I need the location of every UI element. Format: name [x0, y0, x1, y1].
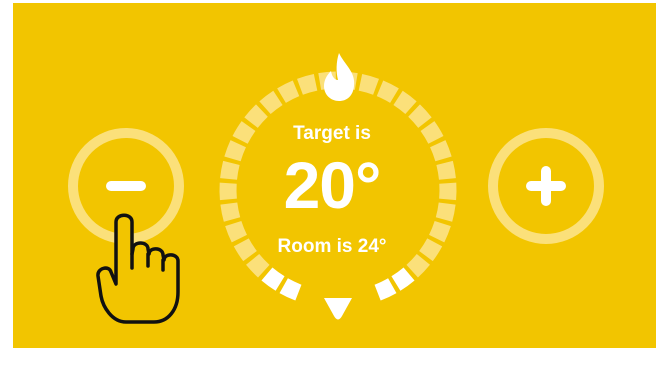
dial-segment	[436, 160, 456, 180]
dial-segment	[408, 104, 432, 128]
dial-segment	[220, 160, 240, 180]
target-label: Target is	[293, 123, 371, 144]
target-marker	[324, 298, 352, 320]
dial-segment	[393, 90, 417, 115]
dial-segment-active	[391, 267, 415, 291]
increase-button[interactable]	[488, 128, 604, 244]
dial-segment-active	[261, 267, 285, 291]
minus-icon	[106, 181, 146, 191]
room-temperature-label: Room is 24°	[277, 236, 387, 257]
flame-icon	[324, 53, 355, 101]
dial-segment	[435, 202, 456, 222]
dial-segment	[259, 90, 283, 115]
dial-segment-active	[279, 278, 302, 301]
target-temperature: 20°	[283, 148, 382, 222]
dial-segment	[430, 140, 452, 162]
dial-segment	[358, 73, 379, 95]
dial-segment	[277, 80, 300, 103]
dial-segment	[244, 104, 268, 128]
dial-segment	[246, 253, 270, 278]
dial-segment	[428, 220, 451, 243]
dial-segment	[406, 253, 430, 278]
dial-segment	[376, 80, 399, 103]
dial-segment-active	[374, 278, 397, 301]
plus-icon	[526, 166, 566, 206]
dial-segment	[297, 73, 318, 95]
